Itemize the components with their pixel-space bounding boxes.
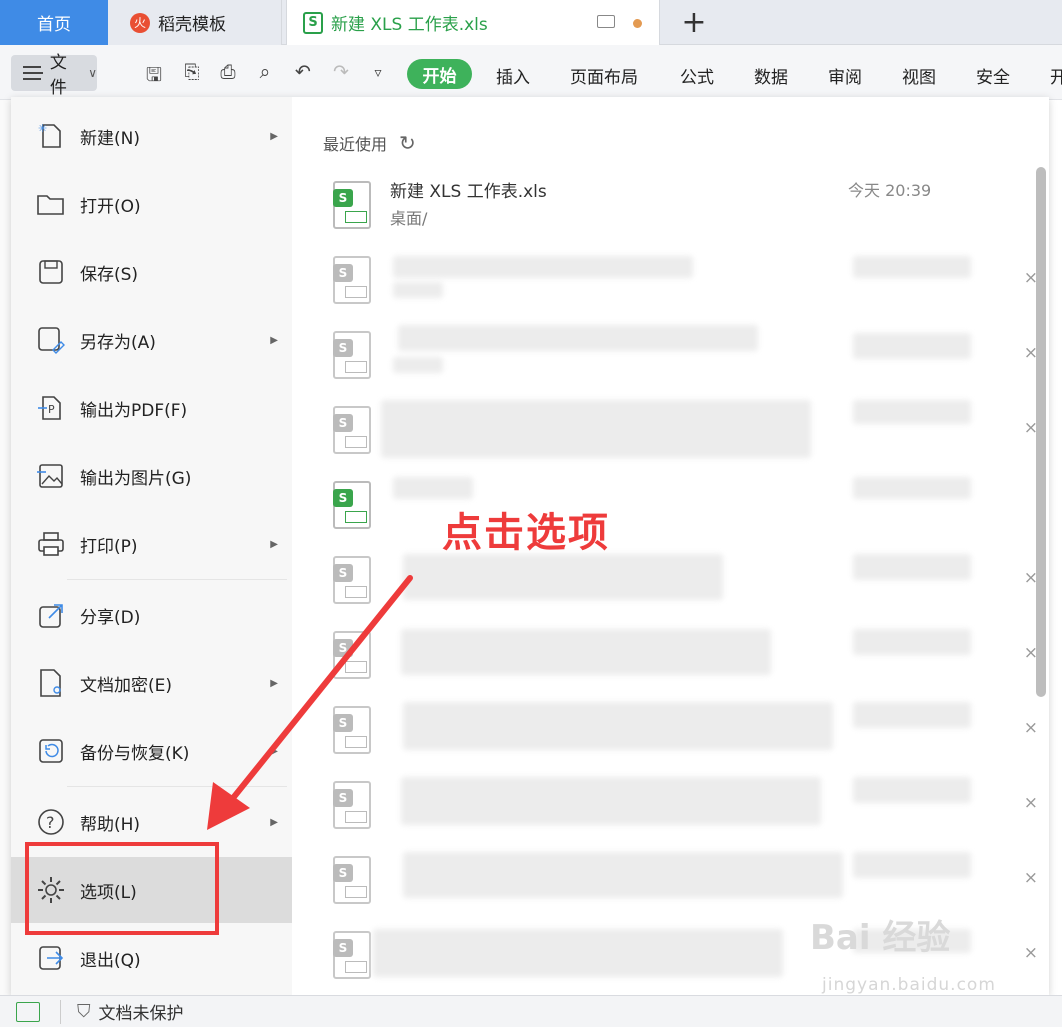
protection-status[interactable]: 文档未保护 — [99, 999, 184, 1024]
baidu-watermark-url: jingyan.baidu.com — [822, 975, 996, 995]
annotation-arrow — [207, 575, 413, 830]
sheet-status-icon[interactable] — [16, 1001, 40, 1022]
status-divider — [60, 999, 61, 1024]
shield-icon: ⛉ — [77, 1001, 91, 1022]
status-bar: ⛉ 文档未保护 — [0, 995, 1062, 1027]
baidu-watermark: Bai 经验 — [810, 918, 951, 958]
